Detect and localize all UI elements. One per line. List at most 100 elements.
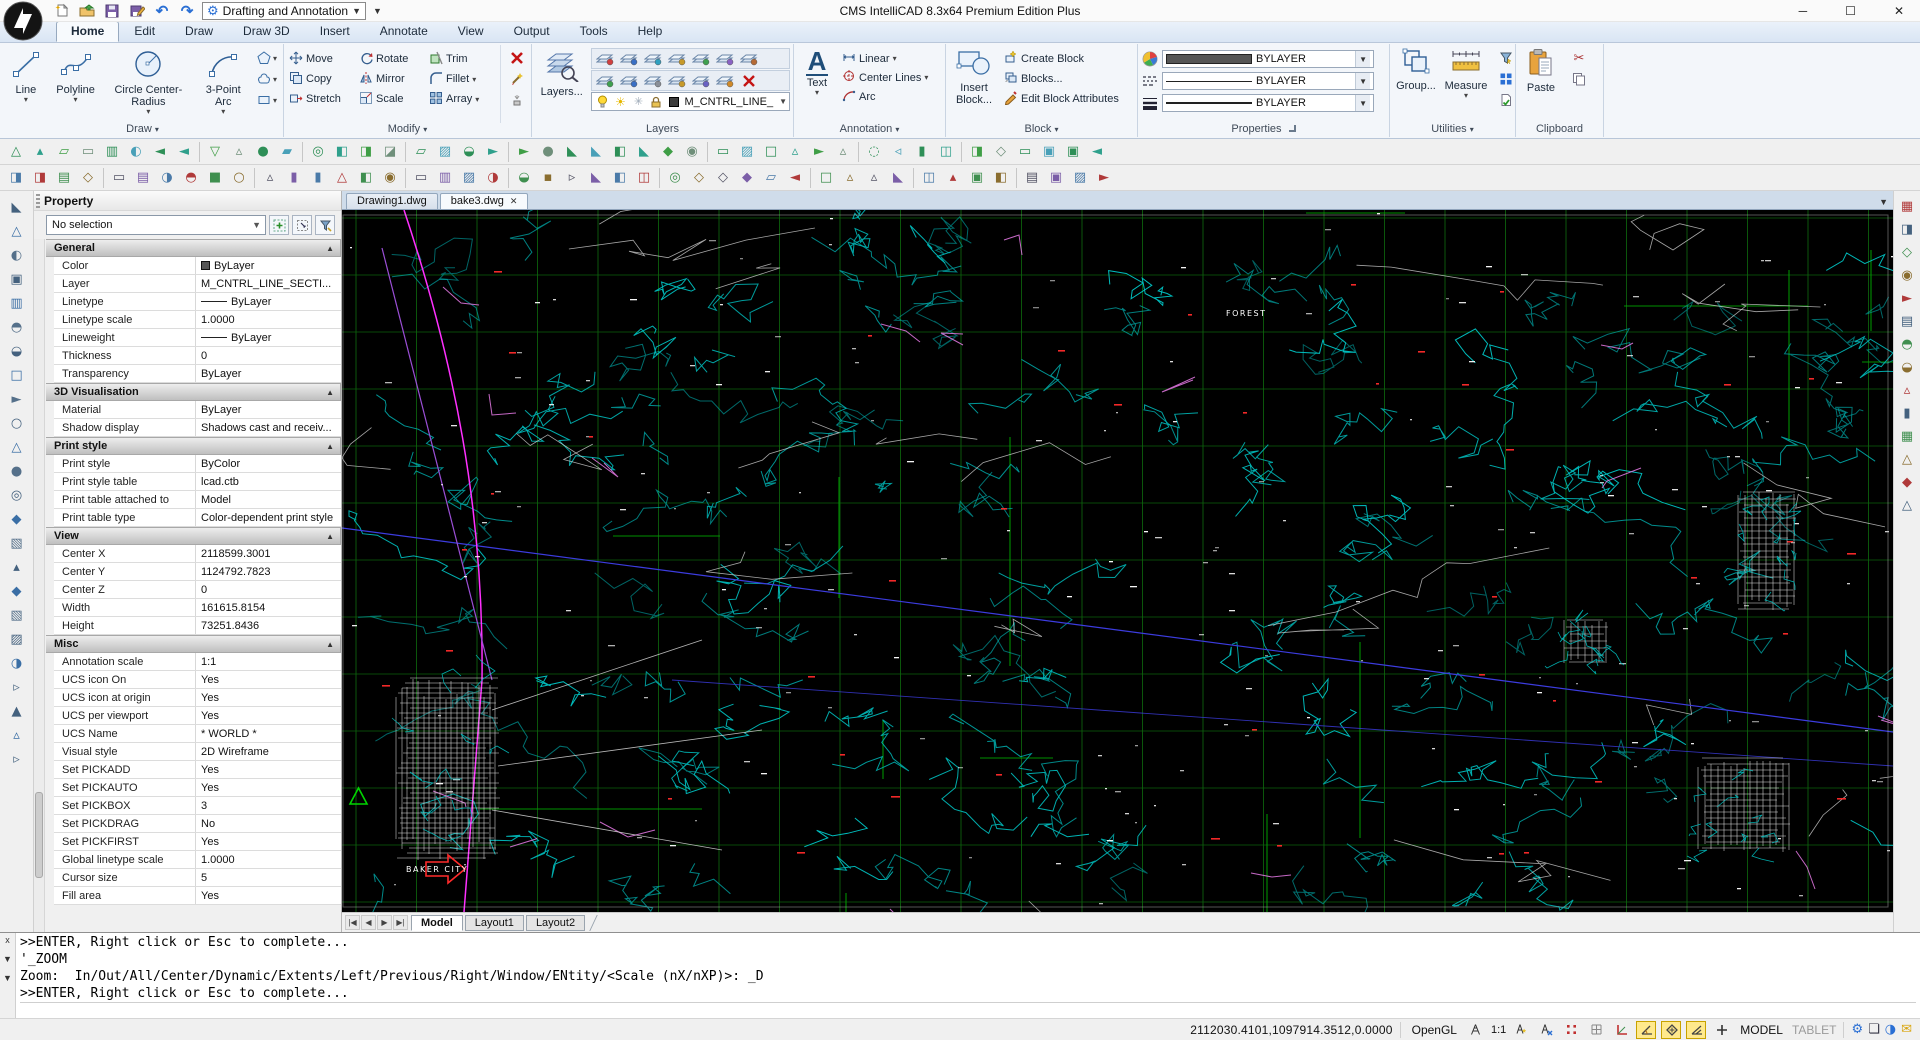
sun-light-icon[interactable]: ◨ — [965, 141, 989, 163]
mesh-3d-icon[interactable]: ◄ — [172, 141, 196, 163]
explode-icon[interactable]: ▮ — [282, 167, 306, 189]
named-views-icon[interactable]: ◫ — [632, 167, 656, 189]
tab-help[interactable]: Help — [623, 21, 678, 42]
scale-icon[interactable]: ◓ — [179, 167, 203, 189]
gradient-icon[interactable]: ▧ — [4, 603, 30, 627]
model-space-button[interactable]: MODEL — [1740, 1023, 1783, 1037]
stretch-button[interactable]: Stretch — [287, 89, 357, 109]
extend-icon[interactable]: ◉ — [378, 167, 402, 189]
redo-icon[interactable]: ↷ — [177, 2, 197, 20]
layer-tool-12-icon[interactable] — [689, 71, 712, 90]
sweep-icon[interactable]: ◨ — [354, 141, 378, 163]
donut-icon[interactable]: ▹ — [4, 747, 30, 771]
property-value[interactable]: Yes — [196, 689, 341, 706]
annotation-monitor-icon[interactable]: ▣ — [965, 167, 989, 189]
section-header-view[interactable]: View ▲ — [46, 527, 341, 545]
layout-tab-layout1[interactable]: Layout1 — [464, 914, 524, 931]
panel-caption-annotation[interactable]: Annotation ▾ — [797, 123, 942, 137]
layout-tab-model[interactable]: Model — [411, 914, 463, 931]
intersect-icon[interactable]: ● — [251, 141, 275, 163]
erase-icon[interactable] — [504, 49, 530, 67]
paste-button[interactable]: Paste — [1519, 45, 1563, 123]
layer-tool-6-icon[interactable] — [713, 49, 736, 68]
line-icon[interactable]: ◣ — [4, 195, 30, 219]
layout-nav-0[interactable]: |◀ — [345, 915, 360, 930]
property-value[interactable]: lcad.ctb — [196, 473, 341, 490]
create-block-button[interactable]: Create Block — [1002, 50, 1119, 68]
move-icon[interactable]: ▭ — [107, 167, 131, 189]
clean-screen-icon[interactable]: ► — [1092, 167, 1116, 189]
arc-dropdown-arrow[interactable]: ▾ — [221, 108, 225, 116]
layer-color-swatch[interactable] — [666, 92, 682, 111]
grid-icon[interactable] — [1586, 1021, 1606, 1039]
align-3d-icon[interactable]: ◌ — [862, 141, 886, 163]
polygon-icon[interactable]: ▾ — [254, 49, 280, 67]
property-value[interactable]: 0 — [196, 581, 341, 598]
spot-light-icon[interactable]: ▭ — [1013, 141, 1037, 163]
tab-draw-3d[interactable]: Draw 3D — [228, 21, 305, 42]
zoom-out-icon[interactable]: ▹ — [560, 167, 584, 189]
quick-select-plus-icon[interactable] — [269, 215, 289, 235]
mesh-smooth-icon[interactable]: ▨ — [735, 141, 759, 163]
multiline-text-icon[interactable]: ▹ — [4, 675, 30, 699]
pan-icon[interactable]: ◒ — [512, 167, 536, 189]
polyline-icon[interactable]: ▥ — [4, 291, 30, 315]
layer-tool-1-icon[interactable] — [593, 49, 616, 68]
linear-button[interactable]: Linear ▾ — [840, 50, 928, 67]
polyline-button[interactable]: Polyline ▾ — [50, 45, 102, 123]
stretch-icon[interactable]: ■ — [203, 167, 227, 189]
property-value[interactable]: Yes — [196, 887, 341, 904]
loft-icon[interactable]: ◪ — [378, 141, 402, 163]
layer-tool-14-icon[interactable] — [737, 71, 760, 90]
tab-edit[interactable]: Edit — [119, 21, 170, 42]
tab-tools[interactable]: Tools — [565, 21, 623, 42]
elliptical-arc-icon[interactable]: ◆ — [4, 507, 30, 531]
property-value[interactable]: Yes — [196, 779, 341, 796]
layer-tool-3-icon[interactable] — [641, 49, 664, 68]
arc-button[interactable]: 3-Point Arc ▾ — [195, 45, 251, 123]
property-value[interactable]: ByColor — [196, 455, 341, 472]
new-sheet-icon[interactable]: ◨ — [4, 167, 28, 189]
sphere-3d-icon[interactable]: ▴ — [28, 141, 52, 163]
save-icon[interactable] — [102, 2, 122, 20]
save-as-icon[interactable] — [127, 2, 147, 20]
area-icon[interactable]: ◉ — [1896, 264, 1919, 287]
layer-select[interactable]: M_CNTRL_LINE_ ▼ — [684, 96, 787, 108]
update-fields-icon[interactable]: ▤ — [1020, 167, 1044, 189]
window-cascade-icon[interactable]: ❏ — [1868, 1022, 1880, 1037]
circle-dropdown-arrow[interactable]: ▾ — [146, 108, 150, 116]
explode-icon[interactable] — [504, 91, 530, 109]
draw-order-front-icon[interactable]: ◫ — [917, 167, 941, 189]
property-value[interactable]: Color-dependent print style — [196, 509, 341, 526]
helix-icon[interactable]: ► — [512, 141, 536, 163]
section-header-misc[interactable]: Misc ▲ — [46, 635, 341, 653]
section-header-3d-visualisation[interactable]: 3D Visualisation ▲ — [46, 383, 341, 401]
zoom-window-icon[interactable]: ◣ — [584, 167, 608, 189]
drawing-viewport[interactable]: FOREST BAKER CITY — [324, 180, 1920, 1040]
flatshot-icon[interactable]: ◉ — [680, 141, 704, 163]
extrude-icon[interactable]: ◎ — [306, 141, 330, 163]
visual-styles-icon[interactable]: ◫ — [934, 141, 958, 163]
box-3d-icon[interactable]: △ — [4, 141, 28, 163]
document-tab-bake3-dwg[interactable]: bake3.dwg ✕ — [439, 193, 529, 209]
layout-tab-layout2[interactable]: Layout2 — [525, 914, 586, 931]
layer-isolate-icon[interactable]: ◣ — [886, 167, 910, 189]
collapse-icon[interactable]: ▲ — [326, 388, 334, 397]
select-objects-icon[interactable] — [292, 215, 312, 235]
collapse-icon[interactable]: ▲ — [326, 640, 334, 649]
annotation-scale-icon[interactable] — [1466, 1021, 1486, 1039]
pickadd-toggle-icon[interactable] — [315, 215, 335, 235]
copy-icon[interactable]: ▤ — [131, 167, 155, 189]
tablet-button[interactable]: TABLET — [1792, 1023, 1836, 1037]
panel-grip[interactable] — [36, 194, 40, 208]
pyramid-3d-icon[interactable]: ◄ — [148, 141, 172, 163]
trim-button[interactable]: Trim — [427, 49, 497, 69]
property-value[interactable]: ByLayer — [196, 293, 341, 310]
panel-caption-layers[interactable]: Layers — [535, 123, 790, 137]
copy-button[interactable]: Copy — [287, 69, 357, 89]
center-lines-button[interactable]: Center Lines ▾ — [840, 69, 928, 86]
insert-block-tool-icon[interactable]: ▧ — [4, 531, 30, 555]
collapse-icon[interactable]: ▲ — [326, 244, 334, 253]
revision-cloud-icon[interactable]: △ — [4, 435, 30, 459]
3d-polyline-icon[interactable]: ◓ — [4, 315, 30, 339]
